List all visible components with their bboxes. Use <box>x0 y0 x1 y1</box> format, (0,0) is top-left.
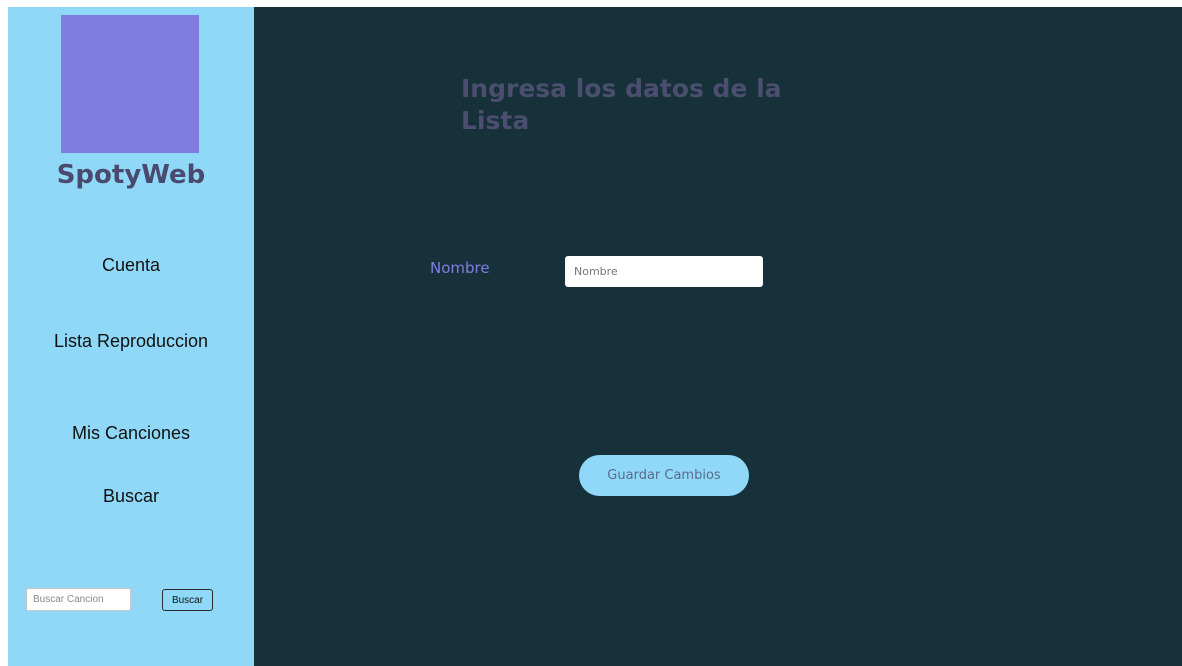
app-frame: SpotyWeb Cuenta Lista Reproduccion Mis C… <box>8 7 1182 666</box>
logo-image <box>61 15 199 153</box>
main-content: Ingresa los datos de la Lista Nombre Gua… <box>254 7 1182 666</box>
sidebar-item-lista-reproduccion[interactable]: Lista Reproduccion <box>8 329 254 353</box>
brand-name: SpotyWeb <box>56 160 206 190</box>
sidebar-item-cuenta[interactable]: Cuenta <box>8 253 254 277</box>
page-title: Ingresa los datos de la Lista <box>461 74 782 135</box>
sidebar-item-mis-canciones[interactable]: Mis Canciones <box>8 421 254 445</box>
search-button[interactable]: Buscar <box>162 589 213 611</box>
sidebar-item-buscar[interactable]: Buscar <box>8 484 254 508</box>
name-label: Nombre <box>430 259 490 277</box>
name-input[interactable] <box>565 256 763 287</box>
sidebar: SpotyWeb Cuenta Lista Reproduccion Mis C… <box>8 7 254 666</box>
search-song-input[interactable] <box>26 588 131 611</box>
save-changes-button[interactable]: Guardar Cambios <box>579 455 749 496</box>
